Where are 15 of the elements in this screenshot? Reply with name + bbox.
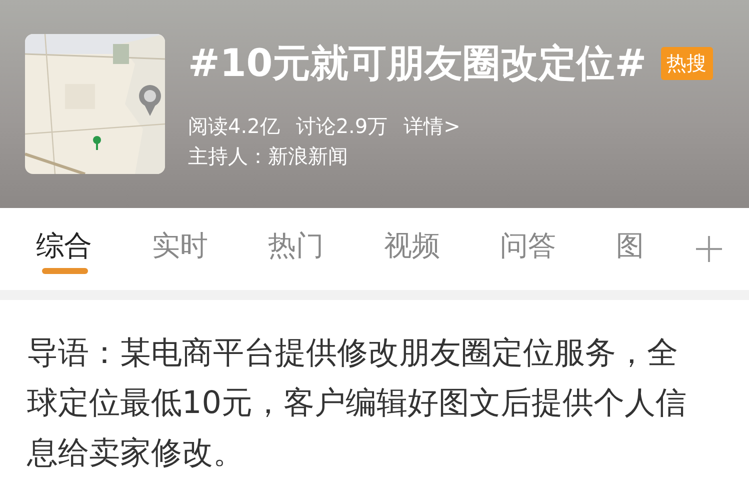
hot-search-tag: 热搜 xyxy=(660,46,713,80)
tab-underline xyxy=(42,268,88,274)
tab[interactable]: 热门 xyxy=(268,228,324,264)
tab[interactable]: 综合 xyxy=(36,228,92,264)
plus-icon[interactable] xyxy=(695,235,723,263)
host-text: 主持人：新浪新闻 xyxy=(188,142,349,170)
details-link[interactable]: 详情> xyxy=(404,110,460,140)
stat-text: 讨论2.9万 xyxy=(296,112,388,140)
intro-paragraph: 导语：某电商平台提供修改朋友圈定位服务，全球定位最低10元，客户编辑好图文后提供个人信息给卖家修改。 xyxy=(27,334,688,473)
topic-title: #10元就可朋友圈改定位# xyxy=(188,40,647,86)
tab[interactable]: 实时 xyxy=(152,228,208,264)
tab[interactable]: 问答 xyxy=(500,228,556,264)
stat-text: 阅读4.2亿 xyxy=(188,112,280,140)
tab[interactable]: 图 xyxy=(616,228,644,264)
tab[interactable]: 视频 xyxy=(384,228,440,264)
